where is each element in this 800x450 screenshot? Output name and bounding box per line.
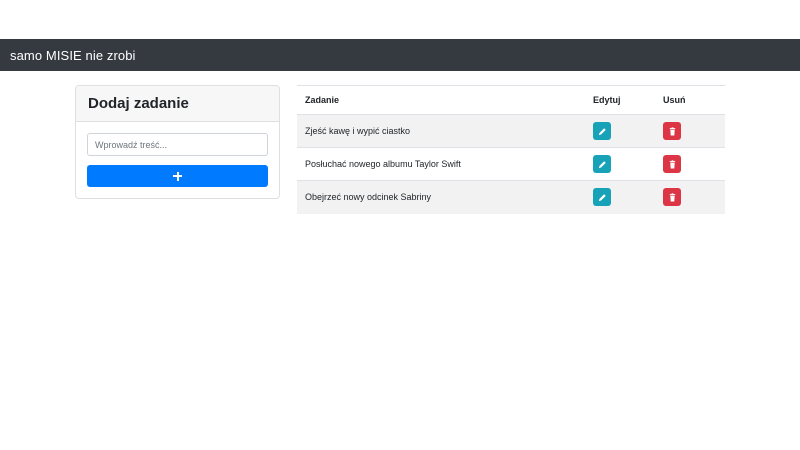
edit-button[interactable]: [593, 122, 611, 140]
pencil-icon: [598, 160, 606, 168]
add-task-card-header: Dodaj zadanie: [76, 86, 279, 122]
header-task: Zadanie: [297, 85, 591, 115]
add-task-card-body: [76, 122, 279, 187]
navbar: samo MISIE nie zrobi: [0, 39, 800, 71]
trash-icon: [669, 126, 675, 135]
table-header-row: Zadanie Edytuj Usuń: [297, 85, 725, 115]
navbar-brand[interactable]: samo MISIE nie zrobi: [10, 48, 136, 63]
plus-icon: [173, 171, 182, 181]
trash-icon: [669, 159, 675, 168]
tasks-table: Zadanie Edytuj Usuń Zjeść kawę i wypić c…: [297, 85, 725, 214]
table-row: Posłuchać nowego albumu Taylor Swift: [297, 147, 725, 181]
task-text: Zjeść kawę i wypić ciastko: [297, 114, 591, 148]
pencil-icon: [598, 127, 606, 135]
trash-icon: [669, 193, 675, 202]
task-text: Posłuchać nowego albumu Taylor Swift: [297, 147, 591, 181]
header-edit: Edytuj: [591, 85, 663, 115]
task-text: Obejrzeć nowy odcinek Sabriny: [297, 180, 591, 214]
edit-button[interactable]: [593, 188, 611, 207]
task-content-input[interactable]: [87, 133, 268, 156]
add-task-title: Dodaj zadanie: [88, 95, 189, 112]
table-row: Zjeść kawę i wypić ciastko: [297, 114, 725, 148]
delete-button[interactable]: [663, 122, 681, 140]
header-delete: Usuń: [663, 85, 725, 115]
pencil-icon: [598, 194, 606, 201]
edit-button[interactable]: [593, 155, 611, 173]
table-row: Obejrzeć nowy odcinek Sabriny: [297, 180, 725, 214]
add-task-button[interactable]: [87, 165, 268, 187]
delete-button[interactable]: [663, 188, 681, 207]
delete-button[interactable]: [663, 155, 681, 173]
add-task-card: Dodaj zadanie: [75, 85, 280, 199]
